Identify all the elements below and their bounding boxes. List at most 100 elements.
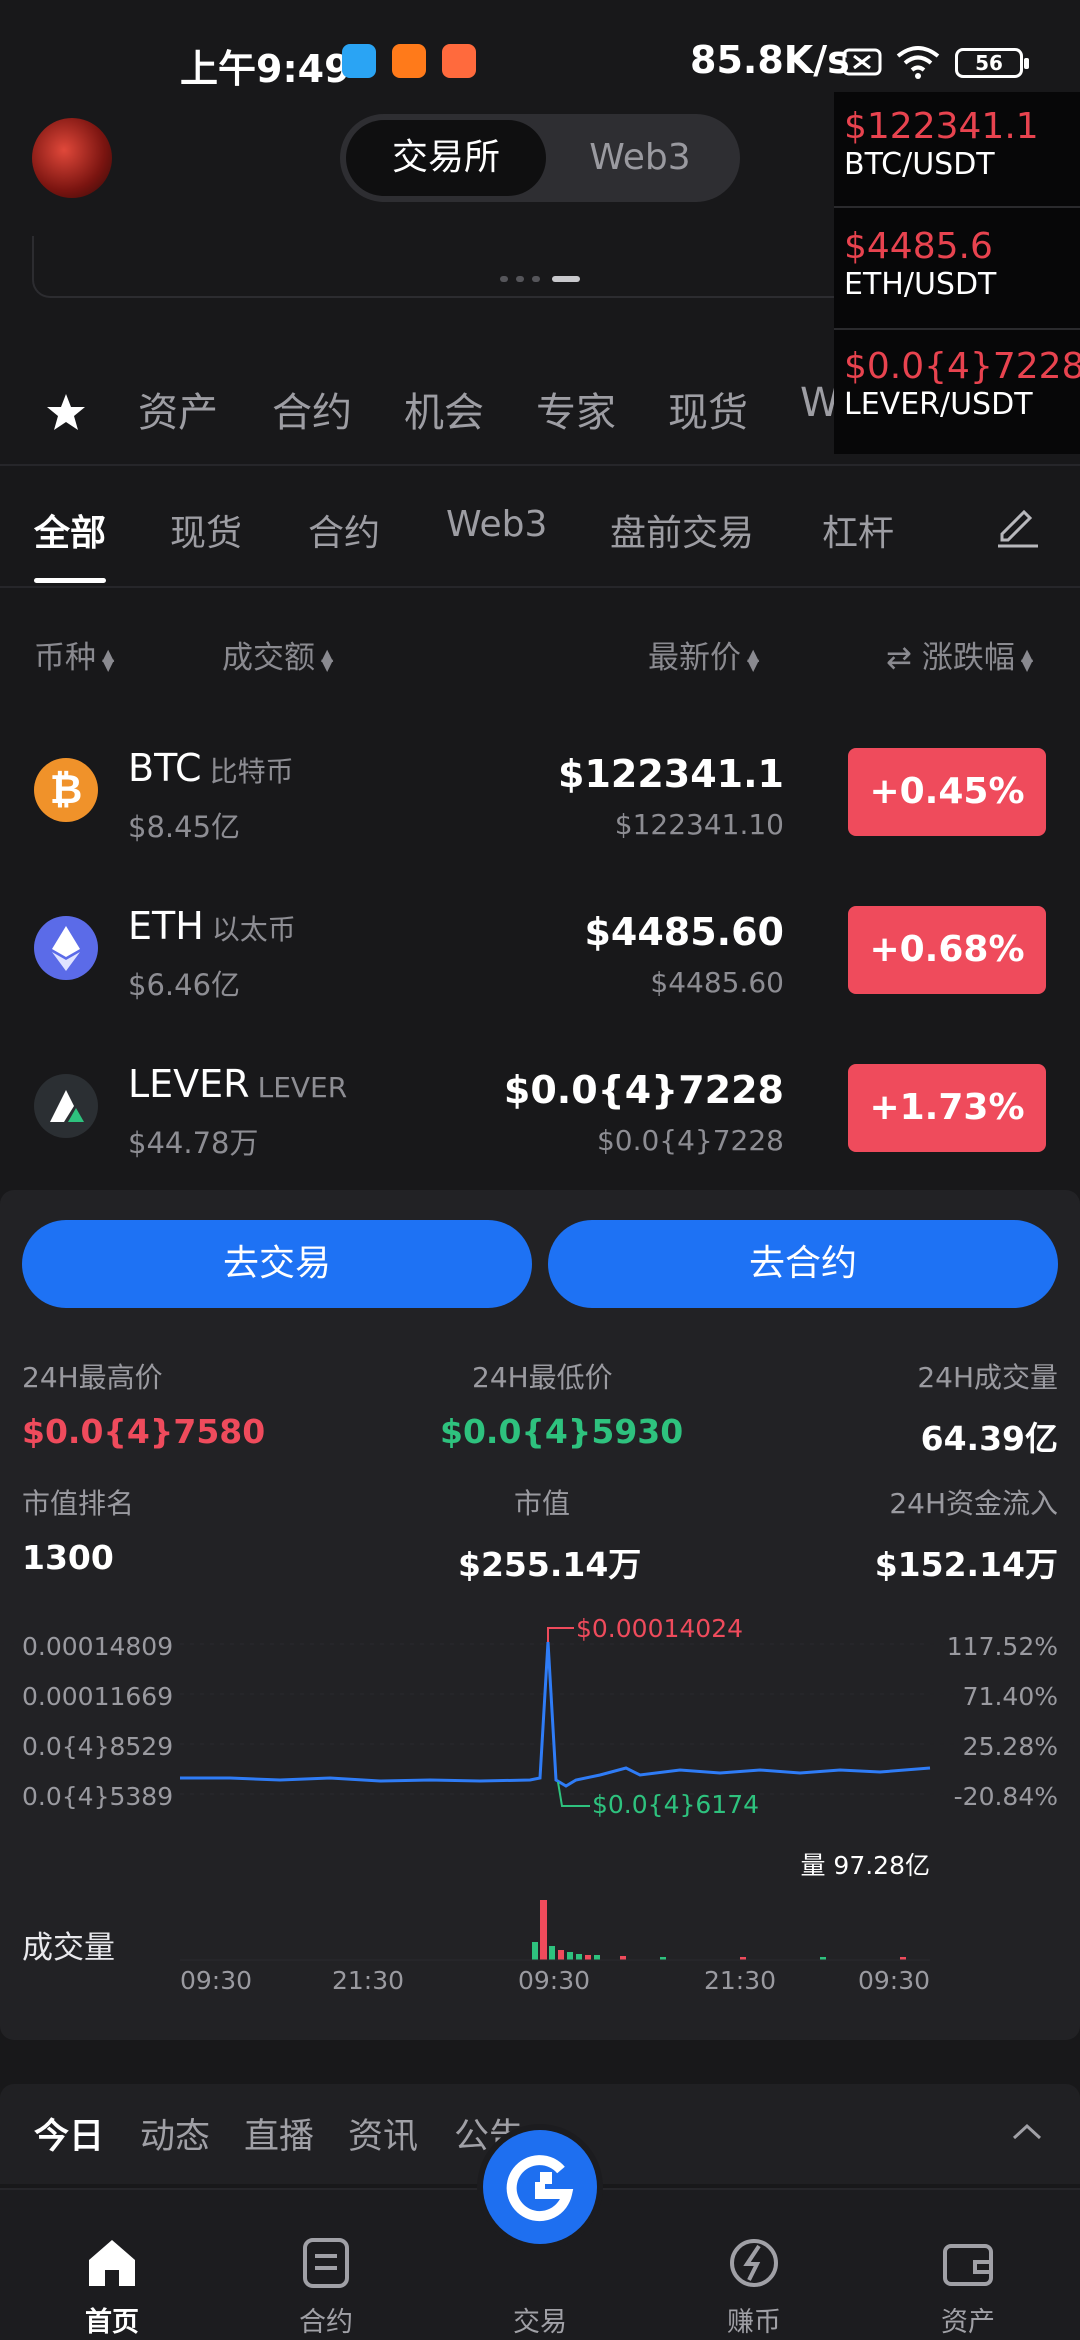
- coin-price: $4485.60: [584, 910, 784, 954]
- subtab-contract[interactable]: 合约: [308, 504, 380, 556]
- tab-opportunity[interactable]: 机会: [404, 380, 484, 438]
- carousel-dot: [516, 276, 524, 282]
- nav-earn[interactable]: 赚币: [674, 2198, 834, 2338]
- col-price[interactable]: 最新价 ▲ ▼: [648, 632, 759, 677]
- segment-web3[interactable]: Web3: [546, 120, 734, 196]
- change-badge[interactable]: +0.45%: [848, 748, 1046, 836]
- subtab-web3[interactable]: Web3: [446, 504, 547, 545]
- sort-icon: ▲ ▼: [747, 644, 760, 674]
- wifi-icon: [896, 46, 940, 79]
- x-tick: 21:30: [704, 1966, 777, 1995]
- chevron-up-icon[interactable]: [1010, 2120, 1044, 2144]
- coin-name: LEVER: [257, 1071, 348, 1104]
- nav-trade-label: 交易: [513, 2307, 567, 2338]
- price-line: [180, 1641, 931, 1788]
- coin-symbol: LEVER LEVER: [128, 1062, 347, 1106]
- ticker-item[interactable]: $122341.1 BTC/USDT: [844, 106, 1039, 182]
- price-line-svg: [180, 1627, 931, 1961]
- trade-fab-button[interactable]: [483, 2130, 597, 2244]
- coin-price-fiat: $122341.10: [614, 808, 784, 841]
- coin-name: 以太币: [211, 913, 296, 946]
- coin-price-fiat: $0.0{4}7228: [596, 1124, 784, 1157]
- coin-symbol-text: BTC: [128, 746, 202, 790]
- earn-icon: [730, 2239, 778, 2287]
- coin-row-eth[interactable]: ETH 以太币 $6.46亿 $4485.60 $4485.60 +0.68%: [0, 882, 1080, 1032]
- battery-icon: 56: [955, 48, 1029, 78]
- volume-badge: 量 97.28亿: [800, 1851, 930, 1880]
- coin-volume: $44.78万: [128, 1126, 259, 1160]
- edit-icon[interactable]: [994, 500, 1042, 548]
- nav-assets[interactable]: 资产: [888, 2198, 1048, 2338]
- coin-row-btc[interactable]: ₿ BTC 比特币 $8.45亿 $122341.1 $122341.10 +0.…: [0, 724, 1080, 874]
- subtab-premarket[interactable]: 盘前交易: [610, 504, 754, 556]
- news-tab-news[interactable]: 资讯: [348, 2108, 418, 2159]
- nav-contract[interactable]: 合约: [246, 2198, 406, 2338]
- carousel-dot: [532, 276, 540, 282]
- ticker-item[interactable]: $0.0{4}7228 LEVER/USDT: [844, 346, 1080, 422]
- sort-icon: ▲ ▼: [1020, 644, 1034, 674]
- divider: [0, 464, 1080, 466]
- col-volume[interactable]: 成交额 ▲ ▼: [222, 632, 333, 677]
- change-badge[interactable]: +1.73%: [848, 1064, 1046, 1152]
- col-change[interactable]: ⇄ 涨跌幅 ▲ ▼: [886, 632, 1033, 677]
- coin-row-lever[interactable]: LEVER LEVER $44.78万 $0.0{4}7228 $0.0{4}72…: [0, 1040, 1080, 1190]
- x-tick: 09:30: [180, 1966, 253, 1995]
- nav-contract-label: 合约: [299, 2307, 353, 2338]
- stat-volume-value: 64.39亿: [920, 1419, 1058, 1458]
- swap-icon: ⇄: [886, 640, 922, 676]
- ticker-item[interactable]: $4485.6 ETH/USDT: [844, 226, 996, 302]
- sort-icon: ▲ ▼: [321, 644, 334, 674]
- price-chart[interactable]: 0.00014809 0.00011669 0.0{4}8529 0.0{4}5…: [0, 1614, 1080, 2000]
- stat-high-label: 24H最高价: [22, 1361, 163, 1394]
- ticker-price: $0.0{4}7228: [844, 346, 1080, 387]
- go-trade-button[interactable]: 去交易: [22, 1220, 532, 1308]
- app-notification-icon: [392, 44, 426, 78]
- stat-high-value: $0.0{4}7580: [22, 1412, 266, 1451]
- news-tab-live[interactable]: 直播: [244, 2108, 314, 2159]
- tab-expert[interactable]: 专家: [536, 380, 616, 438]
- coin-volume: $8.45亿: [128, 810, 241, 844]
- avatar[interactable]: [32, 118, 112, 198]
- subtab-margin[interactable]: 杠杆: [822, 504, 894, 556]
- coin-volume: $6.46亿: [128, 968, 241, 1002]
- nav-home[interactable]: 首页: [32, 2198, 192, 2338]
- tab-assets[interactable]: 资产: [138, 380, 218, 438]
- app-notification-icon: [342, 44, 376, 78]
- price-ticker-overlay[interactable]: $122341.1 BTC/USDT $4485.6 ETH/USDT $0.0…: [834, 92, 1080, 454]
- ticker-price: $4485.6: [844, 226, 993, 267]
- col-coin[interactable]: 币种 ▲ ▼: [34, 632, 114, 677]
- home-icon: [89, 2240, 135, 2286]
- col-volume-label: 成交额: [222, 640, 315, 676]
- go-contract-button[interactable]: 去合约: [548, 1220, 1058, 1308]
- star-icon[interactable]: [46, 392, 86, 432]
- volume-bars: [532, 1900, 906, 1960]
- exchange-web3-switch[interactable]: 交易所 Web3: [340, 114, 740, 202]
- ticker-price: $122341.1: [844, 106, 1039, 147]
- col-coin-label: 币种: [34, 640, 96, 676]
- news-tab-today[interactable]: 今日: [34, 2108, 104, 2159]
- subtab-all[interactable]: 全部: [34, 504, 106, 556]
- stat-flow-value: $152.14万: [874, 1545, 1058, 1584]
- news-tab-feed[interactable]: 动态: [140, 2108, 210, 2159]
- coin-symbol-text: ETH: [128, 904, 204, 948]
- col-price-label: 最新价: [648, 640, 741, 676]
- subtab-spot[interactable]: 现货: [170, 504, 242, 556]
- ticker-pair: ETH/USDT: [844, 267, 997, 302]
- volume-title: 成交量: [22, 1930, 115, 1966]
- coin-price-fiat: $4485.60: [650, 966, 784, 999]
- change-badge[interactable]: +0.68%: [848, 906, 1046, 994]
- coin-symbol-text: LEVER: [128, 1062, 250, 1106]
- divider: [0, 586, 1080, 588]
- coin-name: 比特币: [209, 755, 294, 788]
- segment-exchange[interactable]: 交易所: [346, 120, 546, 196]
- subtab-indicator: [34, 578, 106, 583]
- coin-price: $122341.1: [558, 752, 784, 796]
- x-tick: 09:30: [518, 1966, 591, 1995]
- stat-cap-label: 市值: [514, 1487, 571, 1520]
- stat-flow-label: 24H资金流入: [889, 1487, 1058, 1520]
- trade-logo-icon: [506, 2155, 574, 2222]
- tab-spot[interactable]: 现货: [668, 380, 748, 438]
- stat-cap-value: $255.14万: [458, 1545, 642, 1584]
- peak-price-label: $0.00014024: [576, 1614, 744, 1643]
- tab-contract[interactable]: 合约: [272, 380, 352, 438]
